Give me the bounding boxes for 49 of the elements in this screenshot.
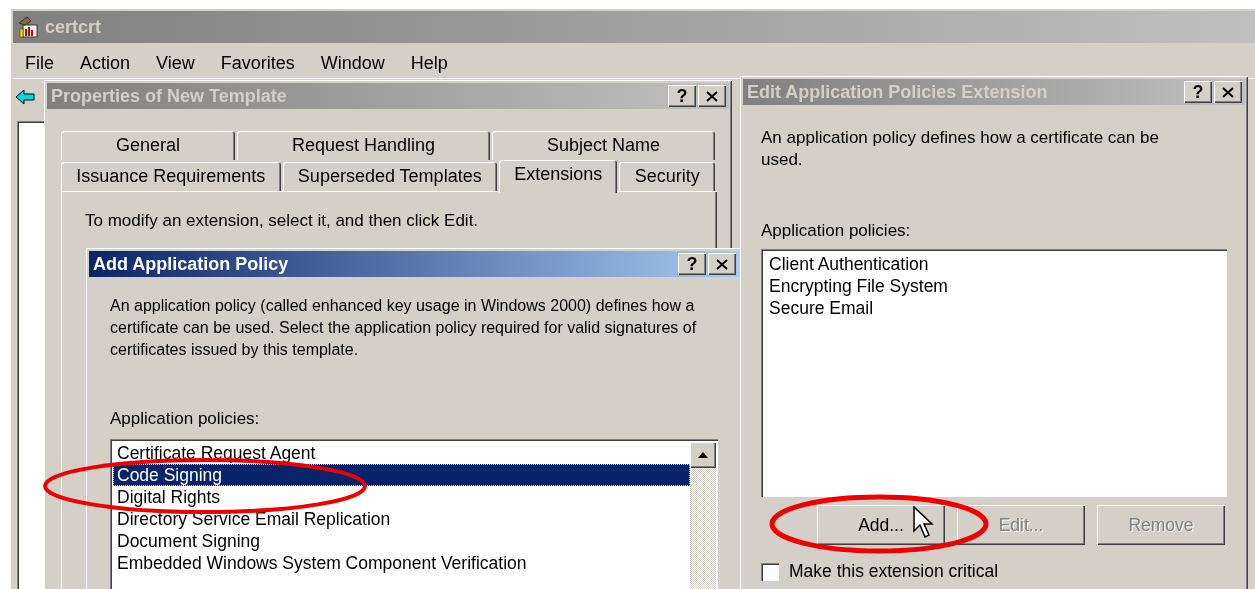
list-item[interactable]: Directory Service Email Replication	[113, 508, 690, 530]
tab[interactable]: Request Handling	[236, 131, 490, 160]
checkbox[interactable]	[761, 562, 779, 581]
back-arrow-icon[interactable]	[15, 89, 35, 105]
checkbox-label[interactable]: Make this extension critical	[789, 561, 999, 582]
app-icon	[17, 15, 41, 39]
close-icon	[716, 258, 728, 270]
list-item[interactable]: Document Signing	[113, 530, 690, 552]
list-item[interactable]: Encrypting File System	[765, 275, 1223, 297]
menu-item[interactable]: File	[25, 53, 54, 74]
menu-item[interactable]: Help	[410, 53, 448, 74]
dialog-title: Add Application Policy	[93, 253, 289, 275]
close-icon	[1222, 86, 1234, 98]
description-text: An application policy (called enhanced key usage in Windows 2000) defines how a certificate can be used. Select the application policy required for valid signatures of certificates issued by this template.	[110, 296, 698, 360]
tab[interactable]: Extensions	[498, 160, 618, 193]
tab[interactable]: Superseded Templates	[282, 162, 497, 191]
description-text: An application policy defines how a certificate can be used.	[761, 127, 1160, 171]
tab[interactable]: Issuance Requirements	[61, 162, 281, 191]
menu-item[interactable]: Window	[320, 53, 385, 74]
help-button[interactable]: ?	[668, 85, 696, 107]
cursor-icon	[913, 506, 935, 540]
close-button[interactable]	[708, 253, 736, 275]
tab[interactable]: General	[61, 131, 235, 160]
tab[interactable]: Security	[619, 162, 715, 191]
list-item[interactable]: Embedded Windows System Component Verification	[113, 552, 690, 574]
help-button[interactable]: ?	[678, 253, 706, 275]
close-button[interactable]	[1214, 81, 1242, 103]
instruction-text: To modify an extension, select it, and then click Edit.	[85, 211, 480, 231]
tab[interactable]: Subject Name	[492, 131, 715, 160]
list-label: Application policies:	[110, 409, 260, 429]
list-item[interactable]: Client Authentication	[765, 253, 1223, 275]
scroll-up-button[interactable]	[690, 442, 716, 468]
list-item[interactable]: Secure Email	[765, 297, 1223, 319]
window-title: certcrt	[45, 16, 102, 38]
menu-item[interactable]: Favorites	[220, 53, 295, 74]
close-button[interactable]	[698, 85, 726, 107]
help-button[interactable]: ?	[1184, 81, 1212, 103]
list-item[interactable]: Certificate Request Agent	[113, 442, 690, 464]
list-label: Application policies:	[761, 221, 911, 241]
close-icon	[706, 90, 718, 102]
scrollbar[interactable]	[690, 442, 716, 589]
menu-item[interactable]: View	[156, 53, 195, 74]
dialog-button[interactable]: Add...	[817, 505, 945, 545]
list-item[interactable]: Digital Rights	[113, 486, 690, 508]
list-item[interactable]: Code Signing	[113, 464, 690, 486]
up-arrow-icon	[697, 451, 709, 459]
menu-item[interactable]: Action	[80, 53, 131, 74]
dialog-title: Properties of New Template	[51, 85, 287, 107]
dialog-title: Edit Application Policies Extension	[747, 81, 1048, 103]
